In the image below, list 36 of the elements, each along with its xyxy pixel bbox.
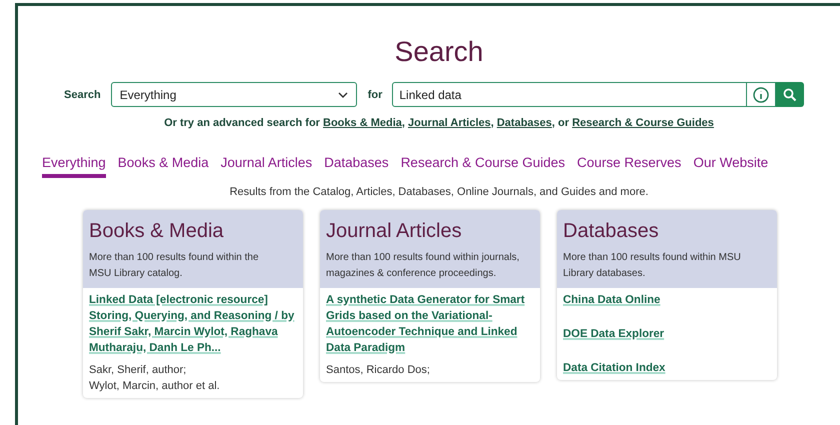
search-tab[interactable]: Journal Articles (220, 155, 312, 178)
results-description: Results from the Catalog, Articles, Databases, Online Journals, and Guides and more. (228, 186, 650, 198)
info-icon (753, 86, 770, 102)
card-title: Journal Articles (326, 219, 463, 244)
advanced-search-link[interactable]: Journal Articles (408, 117, 491, 129)
result-authors: Sakr, Sherif, author; Wylot, Marcin, author et al. (89, 363, 221, 394)
search-label: Search (64, 88, 101, 100)
info-button[interactable] (747, 82, 776, 107)
result-link[interactable]: DOE Data Explorer (563, 326, 771, 342)
for-label: for (368, 88, 382, 100)
search-tab[interactable]: Everything (42, 155, 106, 178)
advanced-search-link[interactable]: Research & Course Guides (572, 117, 714, 129)
card-summary: More than 100 results found within MSU Library databases. (563, 251, 742, 281)
card-title: Databases (563, 219, 660, 244)
result-authors: Santos, Ricardo Dos; (326, 363, 431, 378)
result-link[interactable]: A synthetic Data Generator for Smart Grids based on the Variational-Autoencoder Technique and Linked Data Paradigm (326, 292, 534, 356)
result-link[interactable]: Data Citation Index (563, 360, 771, 376)
search-field[interactable]: Linked data (392, 82, 748, 107)
scope-dropdown[interactable]: Everything (110, 82, 357, 107)
card-title: Books & Media (89, 219, 225, 244)
search-icon (783, 88, 798, 102)
chevron-down-icon (338, 92, 348, 98)
search-tab[interactable]: Our Website (693, 155, 768, 178)
advanced-search-link[interactable]: Databases (496, 117, 552, 129)
search-tab[interactable]: Research & Course Guides (400, 155, 566, 178)
page-title: Search (394, 35, 484, 69)
card-summary: More than 100 results found within the MSU Library catalog. (89, 251, 260, 281)
search-tab[interactable]: Books & Media (118, 155, 209, 178)
search-tab[interactable]: Course Reserves (577, 155, 682, 178)
advanced-search-text: Or try an advanced search for Books & Media, Journal Articles, Databases, or Research & Course Guides (163, 117, 715, 129)
search-button[interactable] (776, 82, 804, 107)
search-tab[interactable]: Databases (324, 155, 389, 178)
card-summary: More than 100 results found within journals, magazines & conference proceedings. (326, 251, 520, 281)
result-link[interactable]: Linked Data [electronic resource] Storing, Querying, and Reasoning / by Sherif Sakr, Marcin Wylot, Raghava Mutharaju, Danh Le Ph... (89, 292, 297, 356)
advanced-search-link[interactable]: Books & Media (323, 117, 402, 129)
result-link[interactable]: China Data Online (563, 292, 771, 308)
